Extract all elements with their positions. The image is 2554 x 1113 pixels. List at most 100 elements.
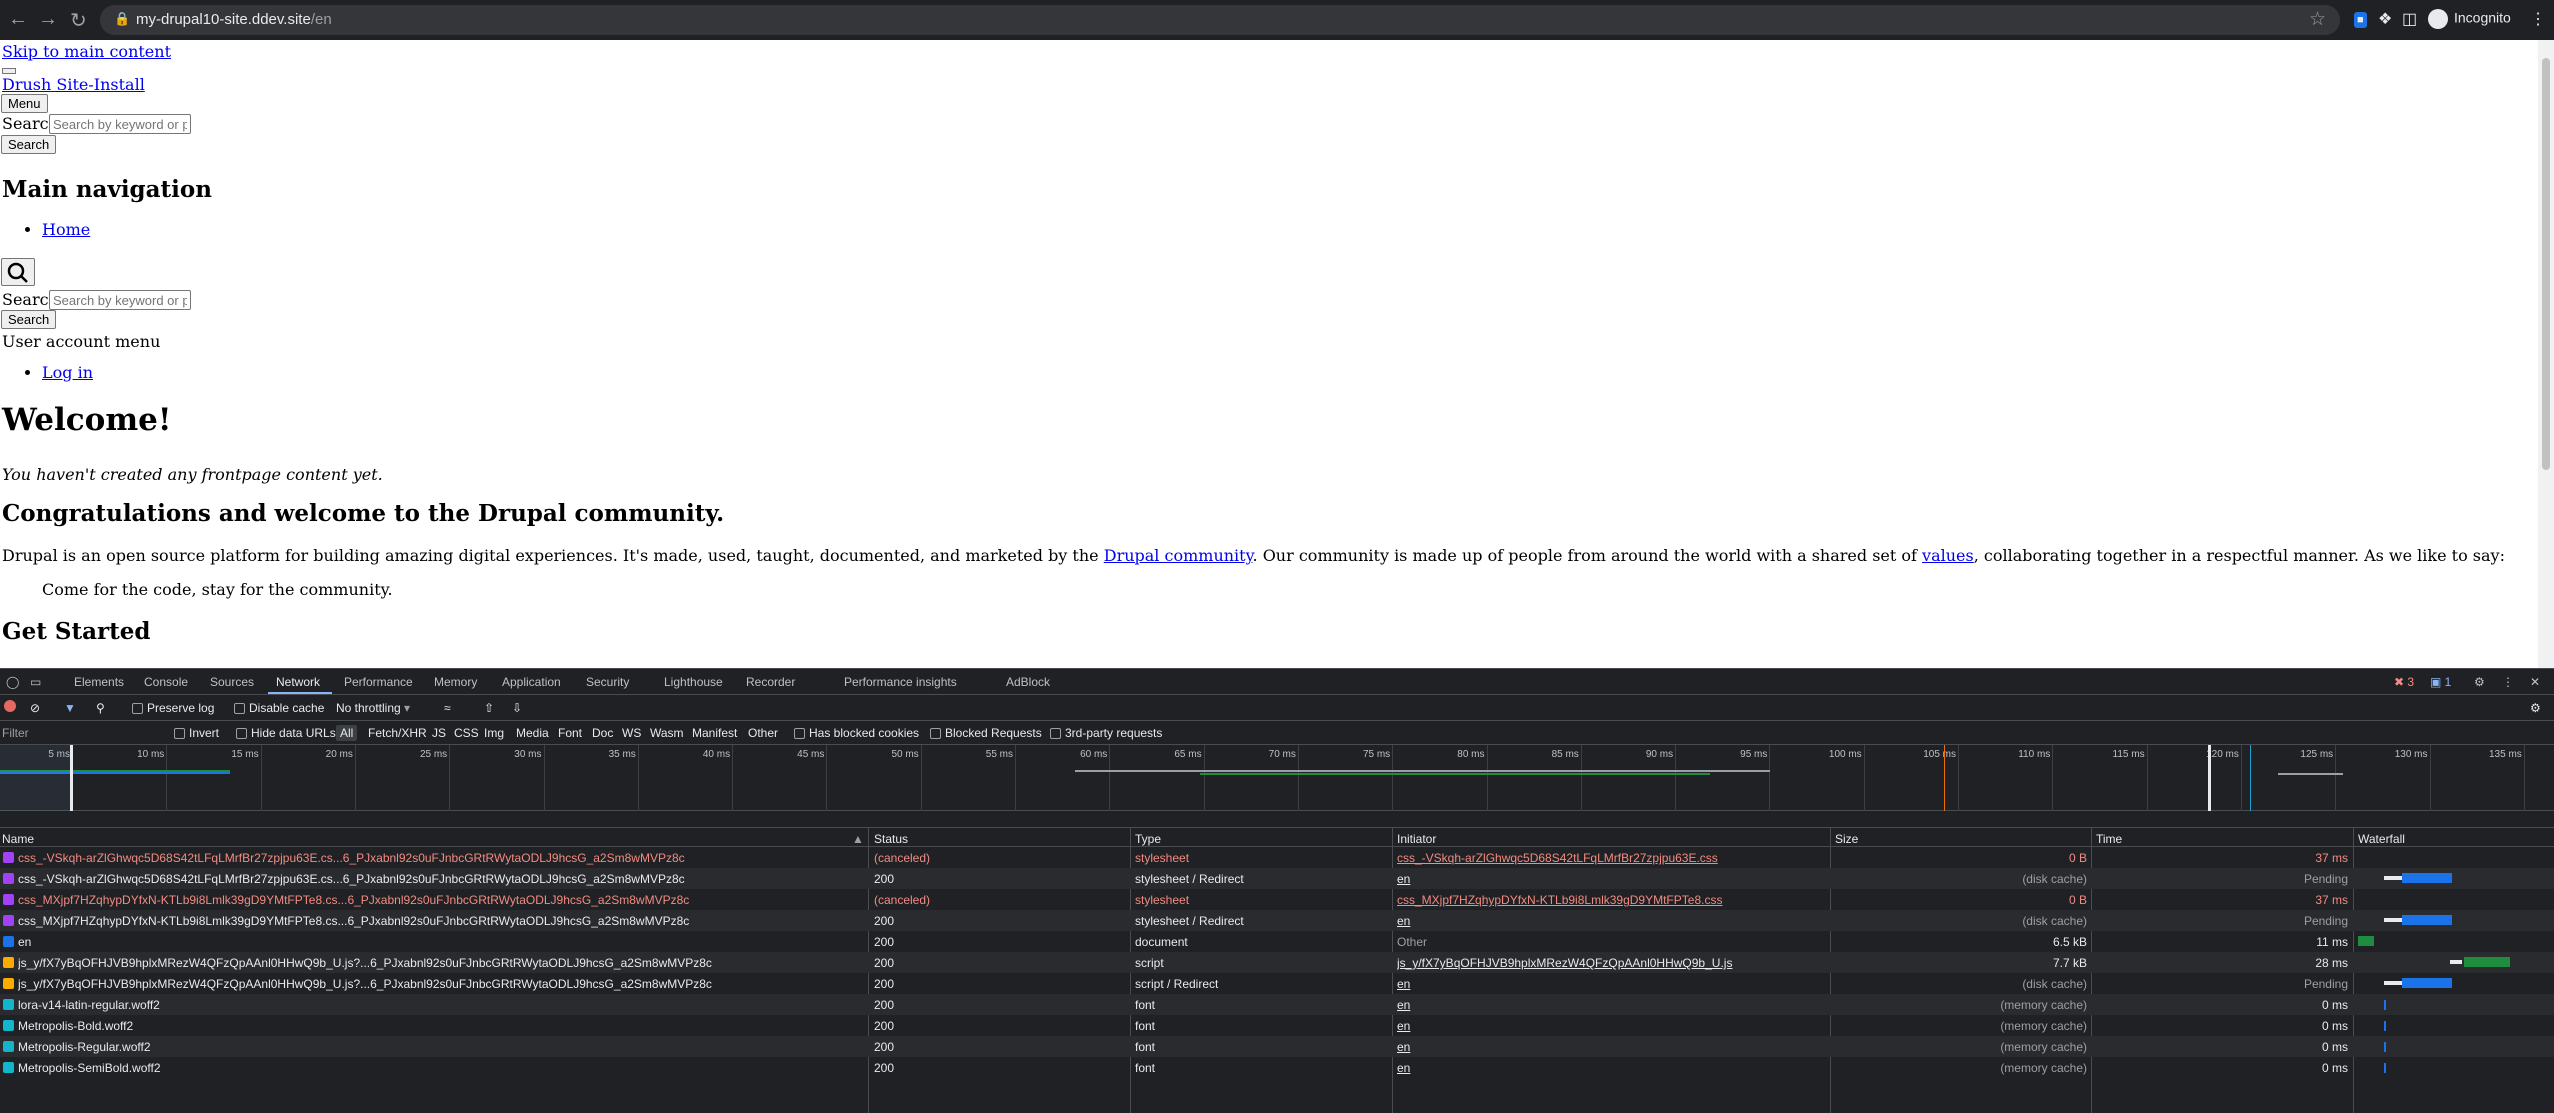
table-row[interactable]: lora-v14-latin-regular.woff2 200 font en (me… <box>0 994 2554 1015</box>
side-panel-icon[interactable]: ◫ <box>2402 9 2417 29</box>
site-name-link[interactable]: Drush Site-Install <box>2 75 145 94</box>
tab-application[interactable]: Application <box>502 675 561 689</box>
invert-checkbox[interactable]: Invert <box>174 726 219 740</box>
preserve-log-box[interactable] <box>132 703 143 714</box>
request-initiator[interactable]: en <box>1397 1061 1827 1075</box>
tab-memory[interactable]: Memory <box>434 675 477 689</box>
timeline-marker[interactable] <box>2250 745 2251 811</box>
settings-gear-icon[interactable]: ⚙ <box>2474 675 2485 689</box>
import-har-icon[interactable]: ⇧ <box>484 701 494 715</box>
column-name[interactable]: Name <box>2 832 34 846</box>
message-count-badge[interactable]: ▣ 1 <box>2430 675 2451 689</box>
reload-icon[interactable]: ↻ <box>70 8 87 33</box>
devtools-close-icon[interactable]: ✕ <box>2530 675 2540 689</box>
extensions-puzzle-icon[interactable]: ❖ <box>2378 9 2392 29</box>
column-type[interactable]: Type <box>1135 832 1161 846</box>
request-initiator[interactable]: en <box>1397 998 1827 1012</box>
page-scrollbar[interactable] <box>2538 40 2554 668</box>
network-overview-timeline[interactable]: 5 ms 10 ms 15 ms 20 ms 25 ms 30 ms 35 ms 40 ms 4… <box>0 745 2554 811</box>
column-status[interactable]: Status <box>874 832 908 846</box>
url-text[interactable]: my-drupal10-site.ddev.site/en <box>136 11 332 28</box>
table-row[interactable]: Metropolis-Regular.woff2 200 font en (memory… <box>0 1036 2554 1057</box>
request-initiator[interactable]: en <box>1397 1019 1827 1033</box>
table-row[interactable]: js_y/fX7yBqOFHJVB9hplxMRezW4QFzQpAAnl0HH… <box>0 973 2554 994</box>
filter-type-all[interactable]: All <box>336 725 358 741</box>
incognito-indicator[interactable]: Incognito <box>2428 9 2511 29</box>
table-row[interactable]: css_MXjpf7HZqhypDYfxN-KTLb9i8Lmlk39gD9YM… <box>0 889 2554 910</box>
disable-cache-box[interactable] <box>234 703 245 714</box>
blocked-requests-box[interactable] <box>930 728 941 739</box>
table-row[interactable]: css_MXjpf7HZqhypDYfxN-KTLb9i8Lmlk39gD9YM… <box>0 910 2554 931</box>
search-button[interactable]: Search <box>1 135 57 154</box>
column-waterfall[interactable]: Waterfall <box>2358 832 2405 846</box>
filter-type-media[interactable]: Media <box>516 726 549 740</box>
table-row[interactable]: Metropolis-Bold.woff2 200 font en (memory ca… <box>0 1015 2554 1036</box>
device-toolbar-icon[interactable]: ▭ <box>30 675 41 689</box>
table-row[interactable]: css_-VSkqh-arZlGhwqc5D68S42tLFqLMrfBr27z… <box>0 847 2554 868</box>
filter-funnel-icon[interactable]: ▼ <box>64 701 76 715</box>
search-input-2[interactable] <box>49 290 191 310</box>
tab-elements[interactable]: Elements <box>74 675 124 689</box>
address-bar[interactable]: 🔒 my-drupal10-site.ddev.site/en ☆ <box>100 5 2340 35</box>
request-initiator[interactable]: en <box>1397 977 1827 991</box>
filter-type-wasm[interactable]: Wasm <box>650 726 684 740</box>
home-link[interactable]: Home <box>42 220 90 239</box>
search-toggle-button[interactable] <box>1 258 35 286</box>
bookmark-star-icon[interactable]: ☆ <box>2309 8 2326 31</box>
table-row[interactable]: en 200 document Other 6.5 kB 11 ms <box>0 931 2554 952</box>
filter-input[interactable]: Filter <box>2 726 29 740</box>
request-initiator[interactable]: en <box>1397 872 1827 886</box>
lock-icon[interactable]: 🔒 <box>114 11 130 27</box>
request-initiator[interactable]: js_y/fX7yBqOFHJVB9hplxMRezW4QFzQpAAnl0HH… <box>1397 956 1827 970</box>
tab-performance-insights[interactable]: Performance insights <box>844 675 957 689</box>
filter-type-ws[interactable]: WS <box>622 726 641 740</box>
network-conditions-icon[interactable]: ≈ <box>444 701 451 715</box>
page-scrollbar-thumb[interactable] <box>2542 58 2550 470</box>
toggle-button[interactable] <box>2 68 16 74</box>
tab-console[interactable]: Console <box>144 675 188 689</box>
filter-type-doc[interactable]: Doc <box>592 726 613 740</box>
export-har-icon[interactable]: ⇩ <box>512 701 522 715</box>
filter-type-css[interactable]: CSS <box>454 726 479 740</box>
timeline-marker[interactable] <box>1944 745 1945 811</box>
hide-data-urls-checkbox[interactable]: Hide data URLs <box>236 726 336 740</box>
sort-ascending-icon[interactable]: ▲ <box>852 832 864 846</box>
third-party-requests-box[interactable] <box>1050 728 1061 739</box>
search-input[interactable] <box>49 114 191 134</box>
record-stop-icon[interactable] <box>4 700 16 712</box>
filter-type-img[interactable]: Img <box>484 726 504 740</box>
login-link[interactable]: Log in <box>42 363 93 382</box>
filter-type-manifest[interactable]: Manifest <box>692 726 737 740</box>
filter-type-fetch-xhr[interactable]: Fetch/XHR <box>368 726 427 740</box>
request-initiator[interactable]: en <box>1397 1040 1827 1054</box>
tab-recorder[interactable]: Recorder <box>746 675 795 689</box>
column-size[interactable]: Size <box>1835 832 1858 846</box>
tab-lighthouse[interactable]: Lighthouse <box>664 675 723 689</box>
filter-type-js[interactable]: JS <box>432 726 446 740</box>
table-row[interactable]: css_-VSkqh-arZlGhwqc5D68S42tLFqLMrfBr27z… <box>0 868 2554 889</box>
disable-cache-checkbox[interactable]: Disable cache <box>234 701 324 715</box>
menu-button[interactable]: Menu <box>1 94 48 113</box>
filter-type-other[interactable]: Other <box>748 726 778 740</box>
skip-to-main-link[interactable]: Skip to main content <box>2 42 171 61</box>
filter-type-font[interactable]: Font <box>558 726 582 740</box>
column-initiator[interactable]: Initiator <box>1397 832 1436 846</box>
forward-icon[interactable]: → <box>38 8 58 31</box>
search-network-icon[interactable]: ⚲ <box>96 701 105 715</box>
tab-network[interactable]: Network <box>276 675 320 689</box>
tab-adblock[interactable]: AdBlock <box>1006 675 1050 689</box>
tab-performance[interactable]: Performance <box>344 675 413 689</box>
hide-data-urls-box[interactable] <box>236 728 247 739</box>
clear-icon[interactable]: ⊘ <box>30 701 40 715</box>
column-time[interactable]: Time <box>2096 832 2122 846</box>
request-initiator[interactable]: css_MXjpf7HZqhypDYfxN-KTLb9i8Lmlk39gD9YM… <box>1397 893 1827 907</box>
back-icon[interactable]: ← <box>8 8 28 31</box>
request-initiator[interactable]: en <box>1397 914 1827 928</box>
timeline-marker[interactable] <box>70 745 73 811</box>
extension-badge-icon[interactable]: ■ <box>2354 12 2367 28</box>
values-link[interactable]: values <box>1922 546 1974 565</box>
error-count-badge[interactable]: ✖ 3 <box>2394 675 2414 689</box>
invert-box[interactable] <box>174 728 185 739</box>
blocked-requests-checkbox[interactable]: Blocked Requests <box>930 726 1042 740</box>
has-blocked-cookies-checkbox[interactable]: Has blocked cookies <box>794 726 919 740</box>
